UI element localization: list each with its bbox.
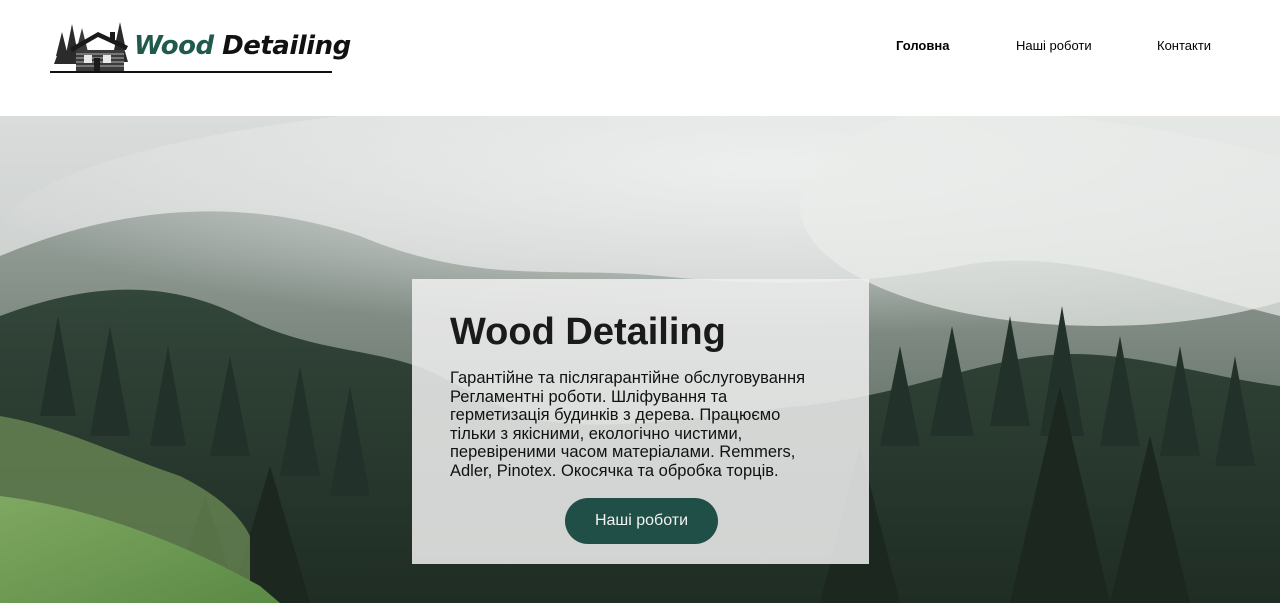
nav-item-our-works[interactable]: Наші роботи [1016, 38, 1092, 53]
main-nav: Головна Наші роботи Контакти [0, 38, 1280, 58]
hero-card: Wood Detailing Гарантійне та післягарант… [412, 279, 869, 564]
nav-item-contacts[interactable]: Контакти [1157, 38, 1211, 53]
nav-item-home[interactable]: Головна [896, 38, 949, 53]
hero-section: Wood Detailing Гарантійне та післягарант… [0, 116, 1280, 603]
hero-description: Гарантійне та післягарантійне обслуговув… [450, 369, 806, 480]
hero-title: Wood Detailing [450, 311, 726, 353]
our-works-button[interactable]: Наші роботи [565, 498, 718, 544]
site-header: Wood Detailing Головна Наші роботи Конта… [0, 0, 1280, 116]
brand-underline [50, 71, 332, 73]
